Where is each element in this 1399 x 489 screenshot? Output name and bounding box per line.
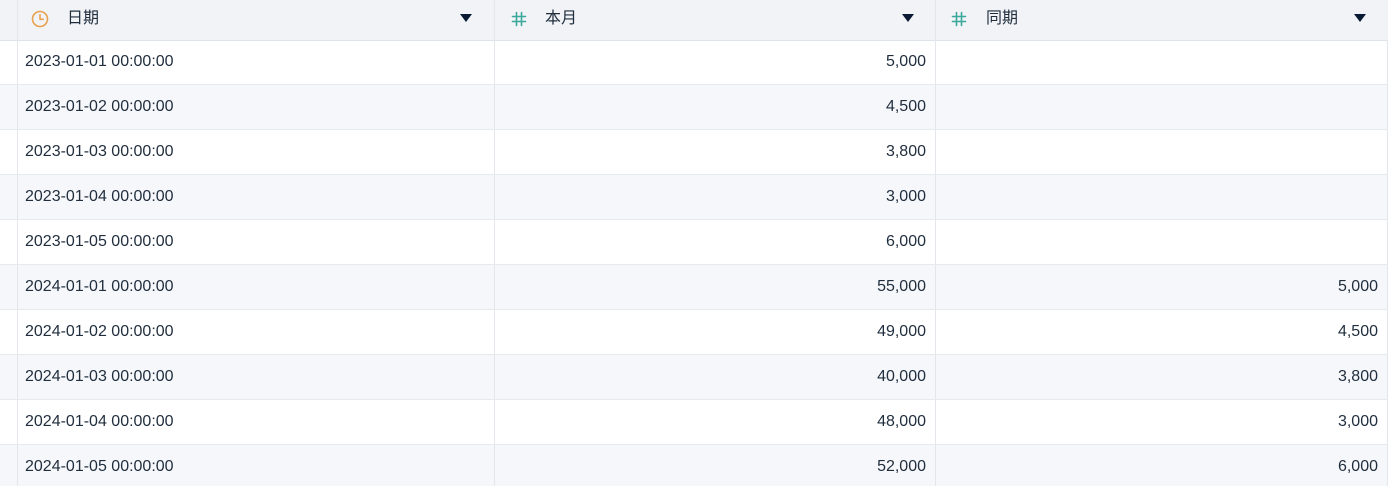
hash-icon bbox=[950, 10, 968, 28]
date-cell[interactable]: 2024-01-02 00:00:00 bbox=[17, 310, 495, 354]
prior-period-cell[interactable] bbox=[936, 85, 1388, 129]
prior-period-cell[interactable]: 4,500 bbox=[936, 310, 1388, 354]
table-row[interactable]: 2024-01-03 00:00:00 40,000 3,800 bbox=[0, 355, 1388, 400]
prior-period-cell[interactable]: 5,000 bbox=[936, 265, 1388, 309]
data-table: 日期 本月 同期 2023-01-01 00:00:00 5,000 2023-… bbox=[0, 0, 1399, 486]
prior-period-cell[interactable] bbox=[936, 130, 1388, 174]
current-month-cell[interactable]: 55,000 bbox=[495, 265, 936, 309]
date-cell[interactable]: 2023-01-02 00:00:00 bbox=[17, 85, 495, 129]
current-month-cell[interactable]: 48,000 bbox=[495, 400, 936, 444]
current-month-cell[interactable]: 3,800 bbox=[495, 130, 936, 174]
current-month-cell[interactable]: 40,000 bbox=[495, 355, 936, 399]
table-row[interactable]: 2024-01-05 00:00:00 52,000 6,000 bbox=[0, 445, 1388, 486]
date-cell[interactable]: 2024-01-04 00:00:00 bbox=[17, 400, 495, 444]
column-header-current[interactable]: 本月 bbox=[495, 0, 936, 40]
column-header-prior[interactable]: 同期 bbox=[936, 0, 1388, 40]
table-row[interactable]: 2023-01-02 00:00:00 4,500 bbox=[0, 85, 1388, 130]
table-row[interactable]: 2024-01-02 00:00:00 49,000 4,500 bbox=[0, 310, 1388, 355]
date-cell[interactable]: 2024-01-03 00:00:00 bbox=[17, 355, 495, 399]
current-month-cell[interactable]: 5,000 bbox=[495, 40, 936, 84]
column-header-date[interactable]: 日期 bbox=[17, 0, 495, 40]
date-cell[interactable]: 2023-01-05 00:00:00 bbox=[17, 220, 495, 264]
current-month-cell[interactable]: 49,000 bbox=[495, 310, 936, 354]
current-month-cell[interactable]: 4,500 bbox=[495, 85, 936, 129]
chevron-down-icon[interactable] bbox=[1354, 14, 1366, 22]
prior-period-cell[interactable] bbox=[936, 175, 1388, 219]
current-month-cell[interactable]: 52,000 bbox=[495, 445, 936, 486]
clock-icon bbox=[31, 10, 49, 28]
date-cell[interactable]: 2024-01-01 00:00:00 bbox=[17, 265, 495, 309]
prior-period-cell[interactable] bbox=[936, 220, 1388, 264]
prior-period-cell[interactable]: 6,000 bbox=[936, 445, 1388, 486]
date-cell[interactable]: 2024-01-05 00:00:00 bbox=[17, 445, 495, 486]
date-cell[interactable]: 2023-01-03 00:00:00 bbox=[17, 130, 495, 174]
date-cell[interactable]: 2023-01-01 00:00:00 bbox=[17, 40, 495, 84]
chevron-down-icon[interactable] bbox=[902, 14, 914, 22]
current-month-cell[interactable]: 6,000 bbox=[495, 220, 936, 264]
vertical-scrollbar[interactable] bbox=[1388, 40, 1399, 486]
table-row[interactable]: 2023-01-04 00:00:00 3,000 bbox=[0, 175, 1388, 220]
prior-period-cell[interactable] bbox=[936, 40, 1388, 84]
column-header-label: 日期 bbox=[67, 10, 100, 27]
table-row[interactable]: 2023-01-03 00:00:00 3,800 bbox=[0, 130, 1388, 175]
table-row[interactable]: 2023-01-01 00:00:00 5,000 bbox=[0, 40, 1388, 85]
prior-period-cell[interactable]: 3,800 bbox=[936, 355, 1388, 399]
column-header-label: 本月 bbox=[545, 10, 578, 27]
current-month-cell[interactable]: 3,000 bbox=[495, 175, 936, 219]
column-header-label: 同期 bbox=[986, 10, 1019, 27]
date-cell[interactable]: 2023-01-04 00:00:00 bbox=[17, 175, 495, 219]
table-row[interactable]: 2024-01-04 00:00:00 48,000 3,000 bbox=[0, 400, 1388, 445]
hash-icon bbox=[510, 10, 528, 28]
table-row[interactable]: 2024-01-01 00:00:00 55,000 5,000 bbox=[0, 265, 1388, 310]
row-gutter bbox=[0, 0, 18, 486]
table-header: 日期 本月 同期 bbox=[0, 0, 1388, 41]
prior-period-cell[interactable]: 3,000 bbox=[936, 400, 1388, 444]
table-row[interactable]: 2023-01-05 00:00:00 6,000 bbox=[0, 220, 1388, 265]
chevron-down-icon[interactable] bbox=[460, 14, 472, 22]
